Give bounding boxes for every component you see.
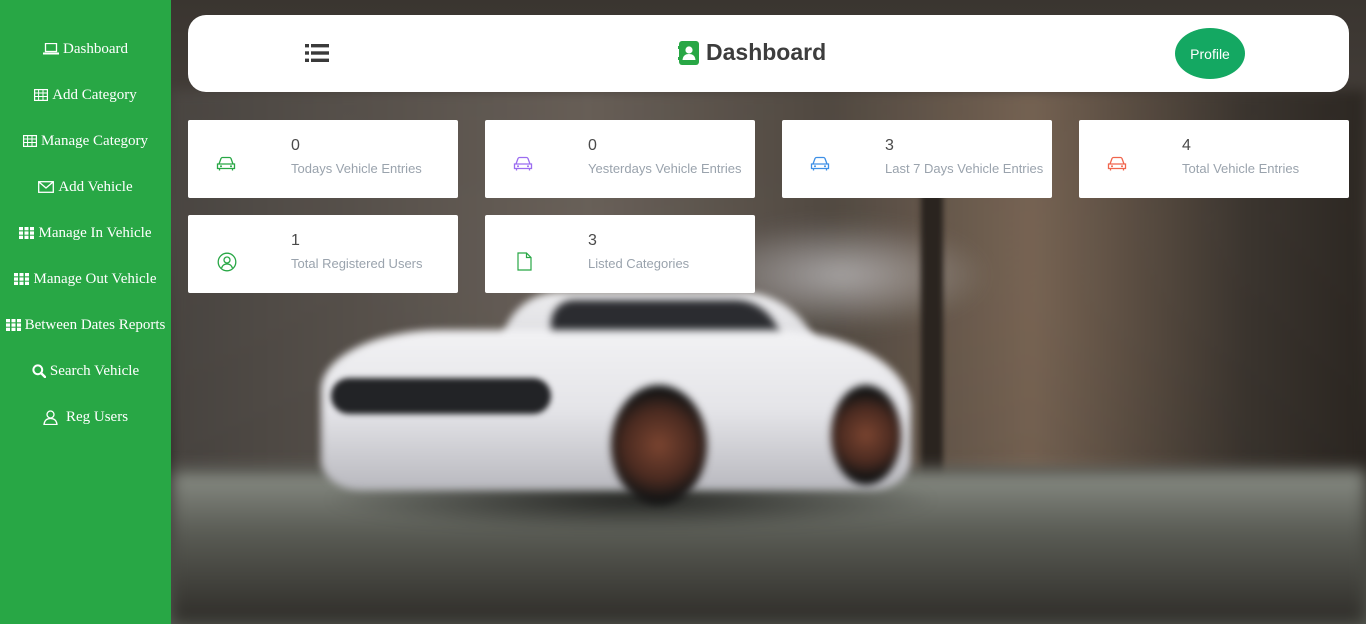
stat-value: 0 — [291, 137, 300, 154]
search-icon — [32, 364, 46, 378]
sidebar-item-manage-category[interactable]: Manage Category — [0, 118, 171, 164]
sidebar-item-label: Between Dates Reports — [24, 316, 166, 333]
stat-value: 4 — [1182, 137, 1191, 154]
grid-icon — [14, 273, 30, 285]
grid-icon — [5, 319, 21, 331]
top-header: Dashboard Profile — [188, 15, 1349, 92]
menu-toggle-button[interactable] — [305, 43, 329, 63]
stat-card-yesterdays-entries: 0 Yesterdays Vehicle Entries — [485, 120, 755, 198]
grid-icon — [19, 227, 35, 239]
stat-card-registered-users: 1 Total Registered Users — [188, 215, 458, 293]
stat-card-last-7-days-entries: 3 Last 7 Days Vehicle Entries — [782, 120, 1052, 198]
sidebar-item-label: Search Vehicle — [49, 362, 140, 379]
laptop-icon — [43, 43, 59, 55]
user-icon — [43, 409, 58, 425]
sidebar-item-label: Add Vehicle — [58, 178, 133, 195]
sidebar-item-label: Dashboard — [63, 40, 128, 57]
page-title-text: Dashboard — [706, 39, 827, 65]
stat-value: 3 — [885, 137, 894, 154]
stat-label: Yesterdays Vehicle Entries — [588, 161, 742, 176]
stat-label: Todays Vehicle Entries — [291, 161, 422, 176]
car-icon — [216, 156, 236, 172]
stat-card-listed-categories: 3 Listed Categories — [485, 215, 755, 293]
page-title: Dashboard — [678, 39, 826, 66]
car-icon — [810, 156, 830, 172]
sidebar-item-between-dates-reports[interactable]: Between Dates Reports — [0, 302, 171, 348]
stat-label: Total Vehicle Entries — [1182, 161, 1300, 176]
stat-label: Total Registered Users — [291, 256, 423, 271]
table-icon — [22, 135, 37, 147]
car-icon — [513, 156, 533, 172]
sidebar-item-add-vehicle[interactable]: Add Vehicle — [0, 164, 171, 210]
sidebar-item-label: Add Category — [52, 86, 137, 103]
stat-card-todays-entries: 0 Todays Vehicle Entries — [188, 120, 458, 198]
stat-card-total-entries: 4 Total Vehicle Entries — [1079, 120, 1349, 198]
profile-button[interactable]: Profile — [1175, 28, 1245, 79]
stat-label: Last 7 Days Vehicle Entries — [885, 161, 1044, 176]
sidebar-item-dashboard[interactable]: Dashboard — [0, 26, 171, 72]
user-circle-icon — [217, 252, 237, 272]
sidebar-item-label: Manage Category — [40, 132, 149, 149]
sidebar-item-label: Reg Users — [65, 408, 129, 425]
sidebar-item-reg-users[interactable]: Reg Users — [0, 394, 171, 440]
table-icon — [34, 89, 49, 101]
car-icon — [1107, 156, 1127, 172]
envelope-icon — [38, 181, 55, 193]
sidebar-item-search-vehicle[interactable]: Search Vehicle — [0, 348, 171, 394]
stat-value: 0 — [588, 137, 597, 154]
sidebar-item-manage-out-vehicle[interactable]: Manage Out Vehicle — [0, 256, 171, 302]
stat-value: 1 — [291, 232, 300, 249]
sidebar-item-label: Manage Out Vehicle — [33, 270, 157, 287]
sidebar-item-manage-in-vehicle[interactable]: Manage In Vehicle — [0, 210, 171, 256]
list-icon — [305, 44, 329, 67]
contact-book-icon — [678, 40, 700, 65]
stat-value: 3 — [588, 232, 597, 249]
sidebar: Dashboard Add Category Manage Category A… — [0, 0, 171, 624]
sidebar-item-label: Manage In Vehicle — [38, 224, 152, 241]
stat-label: Listed Categories — [588, 256, 690, 271]
background-image — [171, 0, 1366, 624]
file-icon — [517, 252, 532, 271]
sidebar-item-add-category[interactable]: Add Category — [0, 72, 171, 118]
